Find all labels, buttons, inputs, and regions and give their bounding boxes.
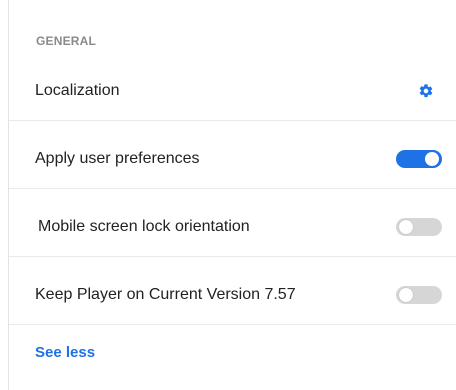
toggle-knob — [425, 152, 439, 166]
gear-icon[interactable] — [418, 83, 434, 99]
setting-label-mobile-screen-lock: Mobile screen lock orientation — [38, 218, 250, 235]
setting-row-mobile-screen-lock[interactable]: Mobile screen lock orientation — [9, 198, 456, 257]
keep-player-version-toggle[interactable] — [396, 286, 442, 304]
setting-row-keep-player-version[interactable]: Keep Player on Current Version 7.57 — [9, 266, 456, 325]
toggle-knob — [399, 220, 413, 234]
setting-row-apply-user-preferences[interactable]: Apply user preferences — [9, 130, 456, 189]
setting-row-localization[interactable]: Localization — [9, 62, 456, 121]
apply-user-preferences-toggle[interactable] — [396, 150, 442, 168]
setting-label-localization: Localization — [35, 82, 120, 99]
see-less-link[interactable]: See less — [35, 344, 95, 361]
general-settings-panel: GENERAL Localization Apply user preferen… — [8, 0, 456, 390]
section-header-general: GENERAL — [36, 34, 97, 48]
toggle-knob — [399, 288, 413, 302]
setting-label-apply-user-preferences: Apply user preferences — [35, 150, 200, 167]
mobile-screen-lock-toggle[interactable] — [396, 218, 442, 236]
setting-label-keep-player-version: Keep Player on Current Version 7.57 — [35, 286, 296, 303]
